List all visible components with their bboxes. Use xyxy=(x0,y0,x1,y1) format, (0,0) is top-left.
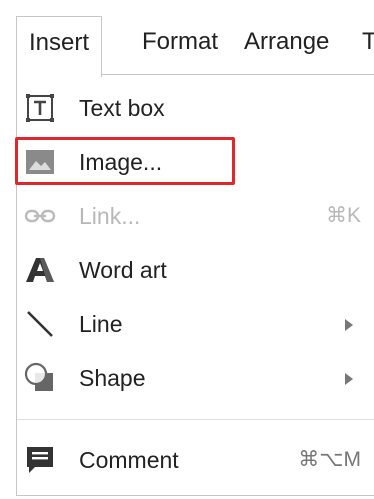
menu-bar: Insert Format Arrange T xyxy=(0,0,374,77)
menu-item-label: Word art xyxy=(79,257,167,283)
menu-item-label: Text box xyxy=(79,95,165,121)
menu-item-text-box[interactable]: Text box xyxy=(17,83,374,133)
menu-item-label: Line xyxy=(79,311,123,337)
menu-tab-partial[interactable]: T xyxy=(362,24,374,60)
menu-item-shape[interactable]: Shape xyxy=(17,353,374,403)
insert-menu-dropdown: Text box Image... Link... ⌘K Word art Li… xyxy=(16,74,374,496)
shortcut-label: ⌘K xyxy=(325,204,361,227)
comment-icon xyxy=(23,443,57,477)
line-icon xyxy=(23,307,57,341)
menu-item-label: Link... xyxy=(79,203,141,229)
menu-item-comment[interactable]: Comment ⌘⌥M xyxy=(17,435,374,485)
menu-item-label: Image... xyxy=(79,149,163,175)
menu-item-label: Comment xyxy=(79,447,179,473)
menu-tab-arrange[interactable]: Arrange xyxy=(244,24,329,60)
menu-item-word-art[interactable]: Word art xyxy=(17,245,374,295)
menu-divider xyxy=(17,419,374,420)
menu-item-link[interactable]: Link... ⌘K xyxy=(17,191,374,241)
menu-item-line[interactable]: Line xyxy=(17,299,374,349)
shortcut-label: ⌘⌥M xyxy=(298,448,361,471)
menu-item-image[interactable]: Image... xyxy=(17,137,374,187)
submenu-arrow-icon xyxy=(345,373,353,385)
text-box-icon xyxy=(23,91,57,125)
menu-item-label: Shape xyxy=(79,365,146,391)
submenu-arrow-icon xyxy=(345,319,353,331)
shape-icon xyxy=(23,361,57,395)
image-icon xyxy=(23,145,57,179)
word-art-icon xyxy=(23,253,57,287)
link-icon xyxy=(23,199,57,233)
menu-tab-format[interactable]: Format xyxy=(142,24,218,60)
menu-tab-insert[interactable]: Insert xyxy=(16,16,103,77)
